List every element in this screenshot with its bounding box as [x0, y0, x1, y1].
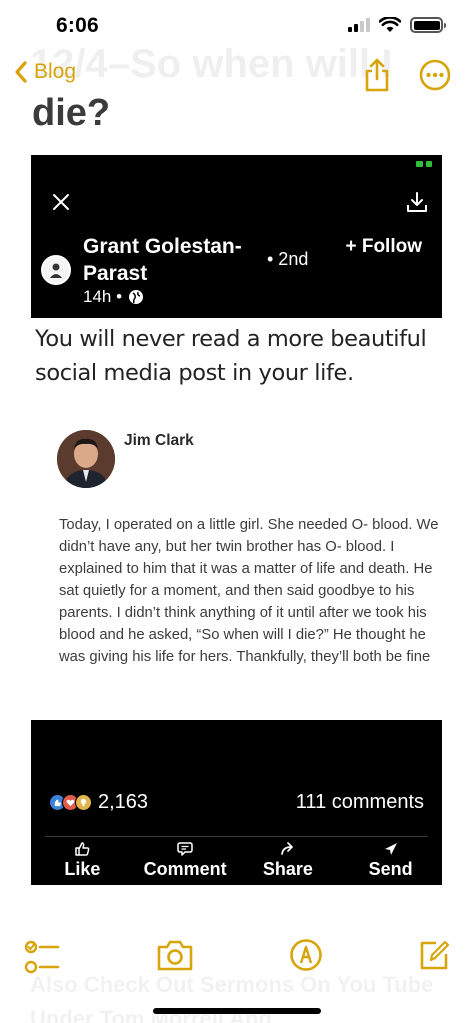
post-meta: 14h •	[83, 287, 144, 307]
share-action: Share	[237, 841, 340, 885]
post-body: You will never read a more beautiful soc…	[31, 318, 442, 720]
chevron-left-icon	[15, 61, 27, 83]
embedded-post-image[interactable]: Grant Golestan-Parast • 2nd + Follow 14h…	[31, 155, 442, 885]
connection-degree: • 2nd	[267, 249, 309, 269]
comment-icon	[177, 842, 193, 856]
globe-icon	[129, 290, 144, 304]
post-headline: You will never read a more beautiful soc…	[35, 326, 427, 386]
compose-icon[interactable]	[418, 938, 450, 972]
actions-divider	[45, 836, 428, 837]
comment-action: Comment	[134, 841, 237, 885]
checklist-icon[interactable]	[24, 938, 60, 976]
thumbs-up-icon	[75, 842, 90, 856]
share-label: Share	[262, 859, 313, 879]
send-label: Send	[368, 859, 413, 879]
send-action: Send	[339, 841, 442, 885]
status-icons	[348, 17, 446, 33]
follow-button: + Follow	[345, 236, 422, 257]
bottom-toolbar	[0, 938, 473, 984]
like-action: Like	[31, 841, 134, 885]
quoted-author-photo	[57, 430, 115, 488]
close-icon	[53, 194, 69, 210]
download-icon	[407, 192, 427, 212]
quoted-post-text: Today, I operated on a little girl. She …	[59, 517, 439, 665]
reactions-summary: 2,163	[49, 791, 148, 814]
comment-label: Comment	[143, 859, 227, 879]
send-icon	[384, 843, 397, 855]
post-actions: Like Comment Share Send	[31, 841, 442, 885]
home-indicator[interactable]	[153, 1008, 321, 1014]
comment-count: 111 comments	[295, 791, 424, 813]
camera-icon[interactable]	[156, 938, 194, 972]
status-time: 6:06	[56, 14, 99, 37]
reaction-count: 2,163	[98, 791, 149, 813]
back-label: Blog	[34, 60, 77, 83]
share-icon[interactable]	[363, 57, 391, 93]
back-button[interactable]: Blog	[14, 60, 76, 84]
battery-icon	[410, 17, 446, 33]
author-name: Grant Golestan-Parast	[83, 235, 242, 285]
wifi-icon	[379, 17, 401, 32]
post-time: 14h •	[83, 287, 123, 306]
note-title: die?	[32, 92, 111, 134]
like-label: Like	[64, 859, 101, 879]
more-icon[interactable]	[419, 59, 451, 91]
green-indicator	[416, 161, 432, 167]
markup-icon[interactable]	[289, 938, 323, 972]
quoted-author-name: Jim Clark	[124, 432, 194, 449]
cellular-signal-icon	[348, 18, 370, 32]
author-avatar	[41, 255, 71, 285]
share-arrow-icon	[281, 842, 293, 855]
insightful-reaction-icon	[75, 794, 92, 811]
